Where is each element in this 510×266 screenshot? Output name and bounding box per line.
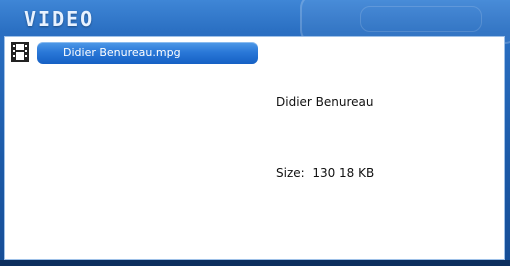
- film-icon: [9, 41, 31, 63]
- bottom-bar: [0, 260, 510, 266]
- header-decoration-inner: [360, 6, 482, 32]
- file-title: Didier Benureau: [276, 95, 374, 109]
- file-size-value: 130 18 KB: [312, 166, 375, 180]
- file-list-item-selected[interactable]: Didier Benureau.mpg: [37, 42, 258, 64]
- content-panel: Didier Benureau.mpg Didier Benureau Size…: [4, 36, 505, 260]
- window-frame: VIDEO Didier Benureau.mpg Didier Benurea…: [0, 0, 510, 266]
- file-size: Size: 130 18 KB: [276, 166, 374, 180]
- file-size-label: Size:: [276, 166, 305, 180]
- page-title: VIDEO: [24, 7, 95, 31]
- file-name-label: Didier Benureau.mpg: [63, 46, 181, 59]
